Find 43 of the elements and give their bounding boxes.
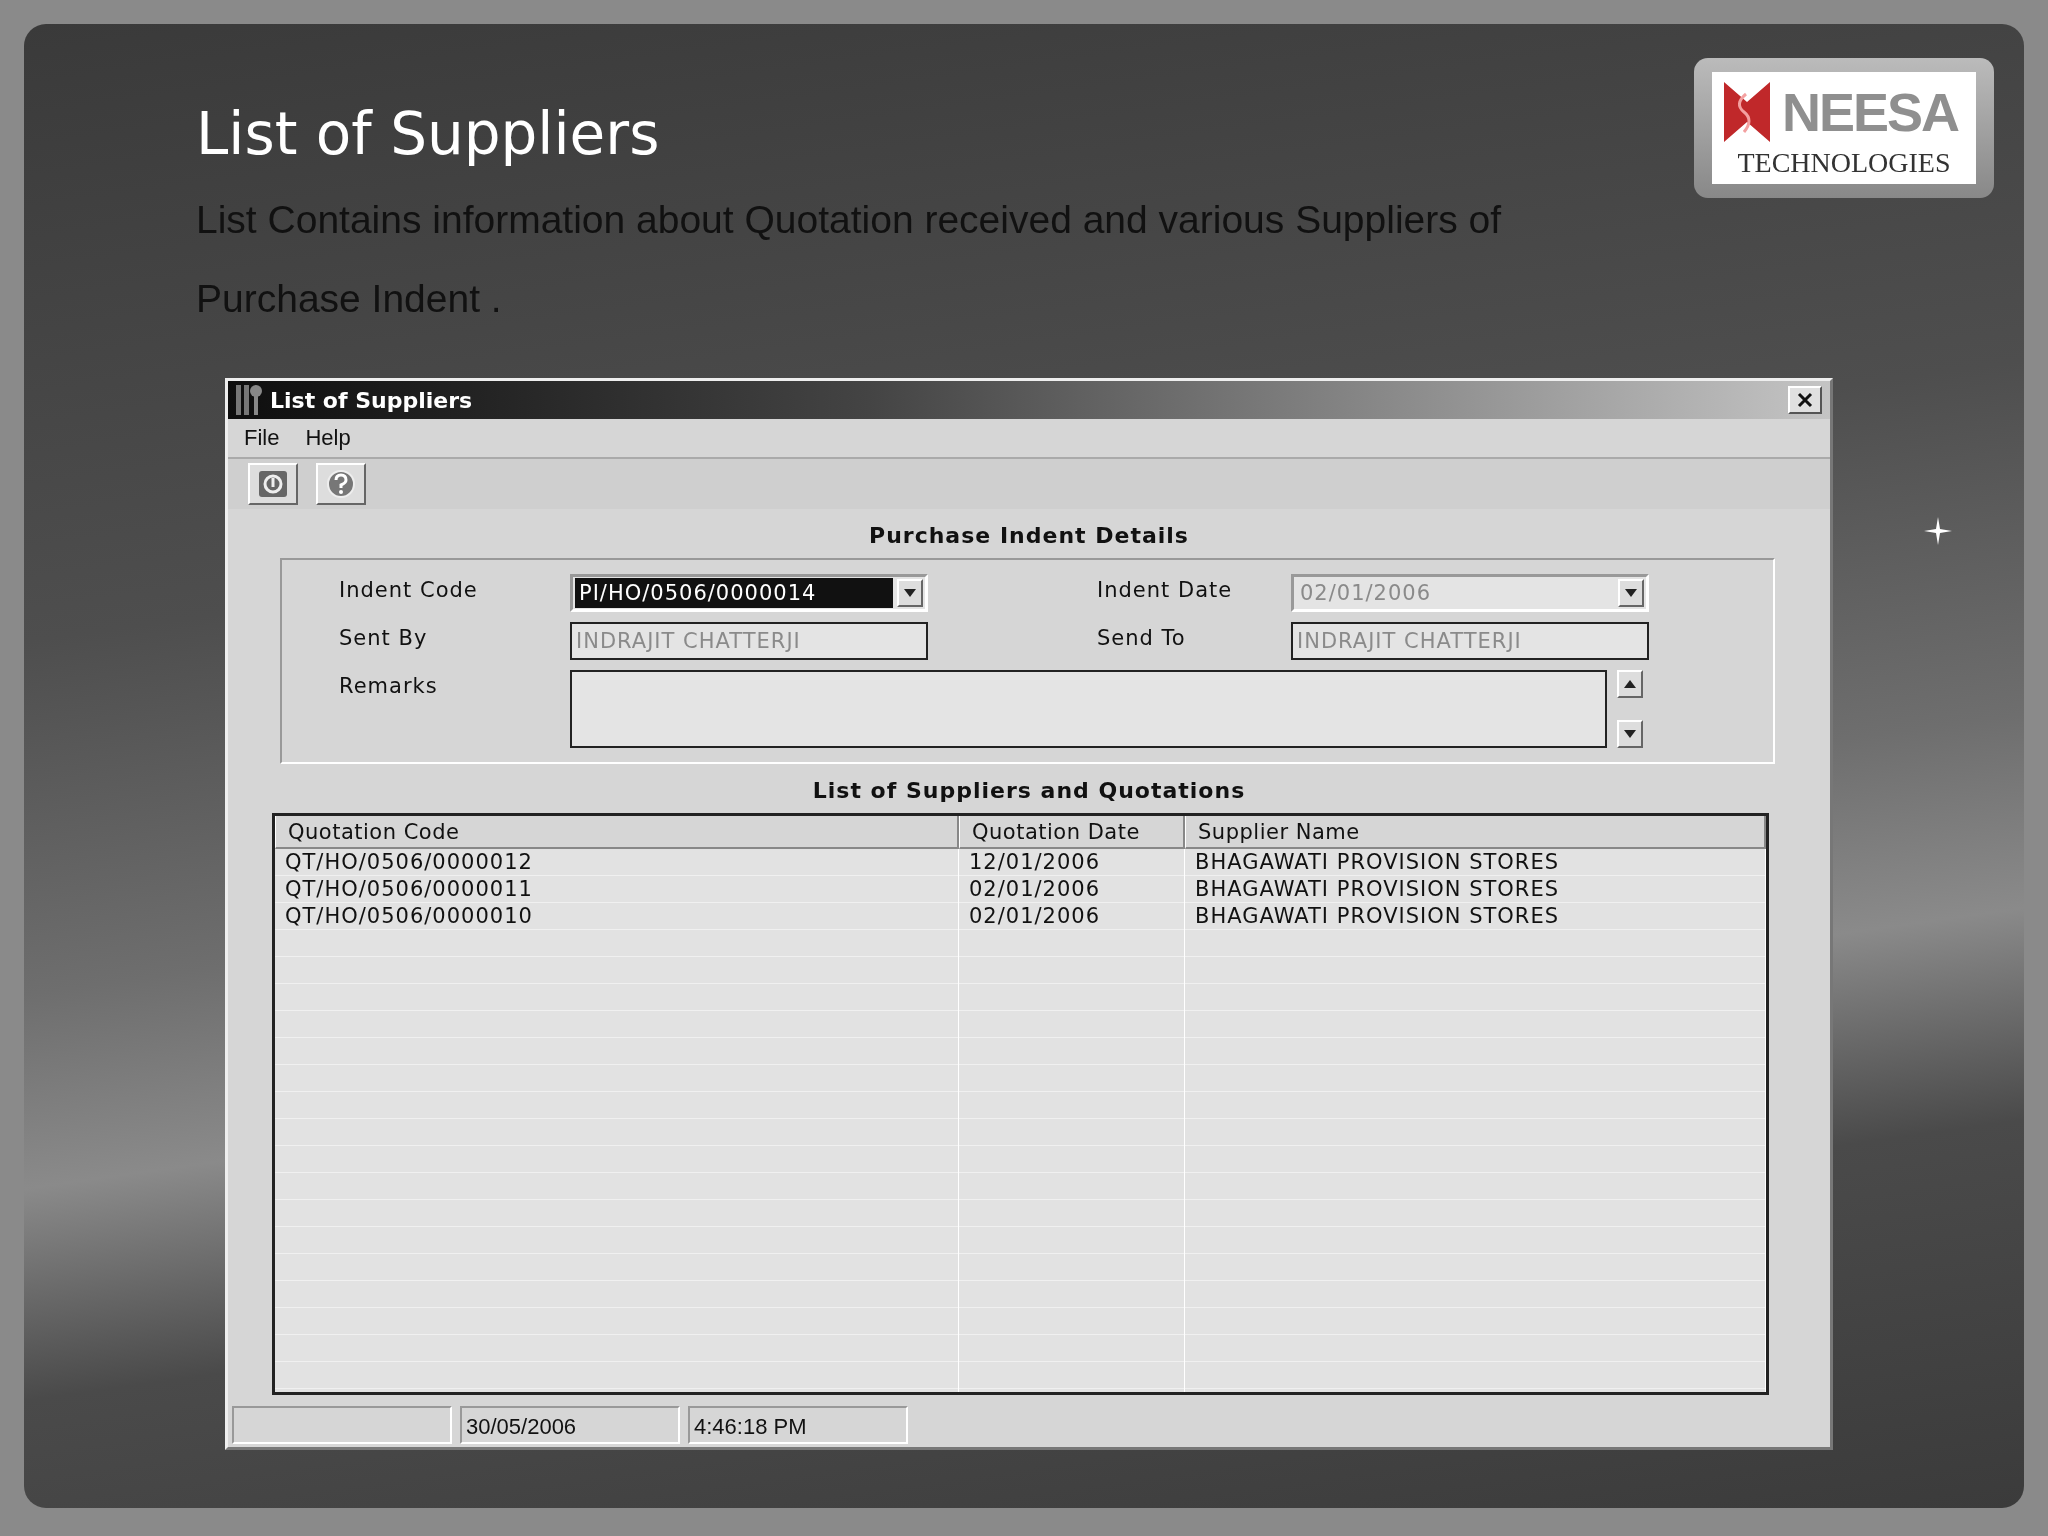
table-cell: QT/HO/0506/0000011 — [275, 876, 959, 903]
column-header[interactable]: Supplier Name — [1185, 816, 1766, 849]
field-label: Send To — [1097, 625, 1187, 650]
field-label: Indent Code — [339, 577, 479, 602]
arrow-down-icon — [1625, 589, 1637, 597]
logo-tagline: TECHNOLOGIES — [1736, 148, 1952, 177]
table-cell: 02/01/2006 — [959, 876, 1185, 903]
field-label: Indent Date — [1097, 577, 1234, 602]
table-cell: QT/HO/0506/0000012 — [275, 849, 959, 876]
section-heading: List of Suppliers and Quotations — [811, 777, 1247, 805]
window-title: List of Suppliers — [270, 387, 474, 413]
scroll-down-button[interactable] — [1617, 720, 1643, 748]
scroll-up-button[interactable] — [1617, 670, 1643, 698]
column-header[interactable]: Quotation Date — [959, 816, 1185, 849]
status-text: 30/05/2006 — [460, 1406, 680, 1444]
table-cell: QT/HO/0506/0000010 — [275, 903, 959, 930]
field-label: Sent By — [339, 625, 429, 650]
dropdown-field[interactable]: PI/HO/0506/0000014 — [570, 574, 928, 612]
app-icon — [236, 385, 262, 415]
arrow-down-icon — [1624, 730, 1636, 738]
table-cell: BHAGAWATI PROVISION STORES — [1185, 876, 1766, 903]
arrow-up-icon — [1624, 680, 1636, 688]
close-icon — [1797, 392, 1813, 408]
field-label: Remarks — [339, 673, 439, 698]
column-header[interactable]: Quotation Code — [275, 816, 959, 849]
close-button[interactable] — [1788, 386, 1822, 414]
logo-name: NEESA — [1781, 81, 1960, 142]
table-cell: 12/01/2006 — [959, 849, 1185, 876]
table-cell: BHAGAWATI PROVISION STORES — [1185, 849, 1766, 876]
table-cell: BHAGAWATI PROVISION STORES — [1185, 903, 1766, 930]
power-icon — [258, 470, 288, 498]
toolbar-button[interactable] — [248, 463, 298, 505]
section-heading: Purchase Indent Details — [868, 522, 1190, 550]
toolbar-button[interactable] — [316, 463, 366, 505]
table-cell: 02/01/2006 — [959, 903, 1185, 930]
status-text: 4:46:18 PM — [688, 1406, 908, 1444]
arrow-down-icon — [904, 589, 916, 597]
remarks-field[interactable] — [570, 670, 1607, 748]
sparkle-icon — [1924, 517, 1952, 545]
menu-item[interactable]: File — [244, 425, 280, 451]
help-icon — [325, 469, 357, 499]
slide-title: List of Suppliers — [196, 102, 661, 166]
menu-item[interactable]: Help — [305, 425, 351, 451]
